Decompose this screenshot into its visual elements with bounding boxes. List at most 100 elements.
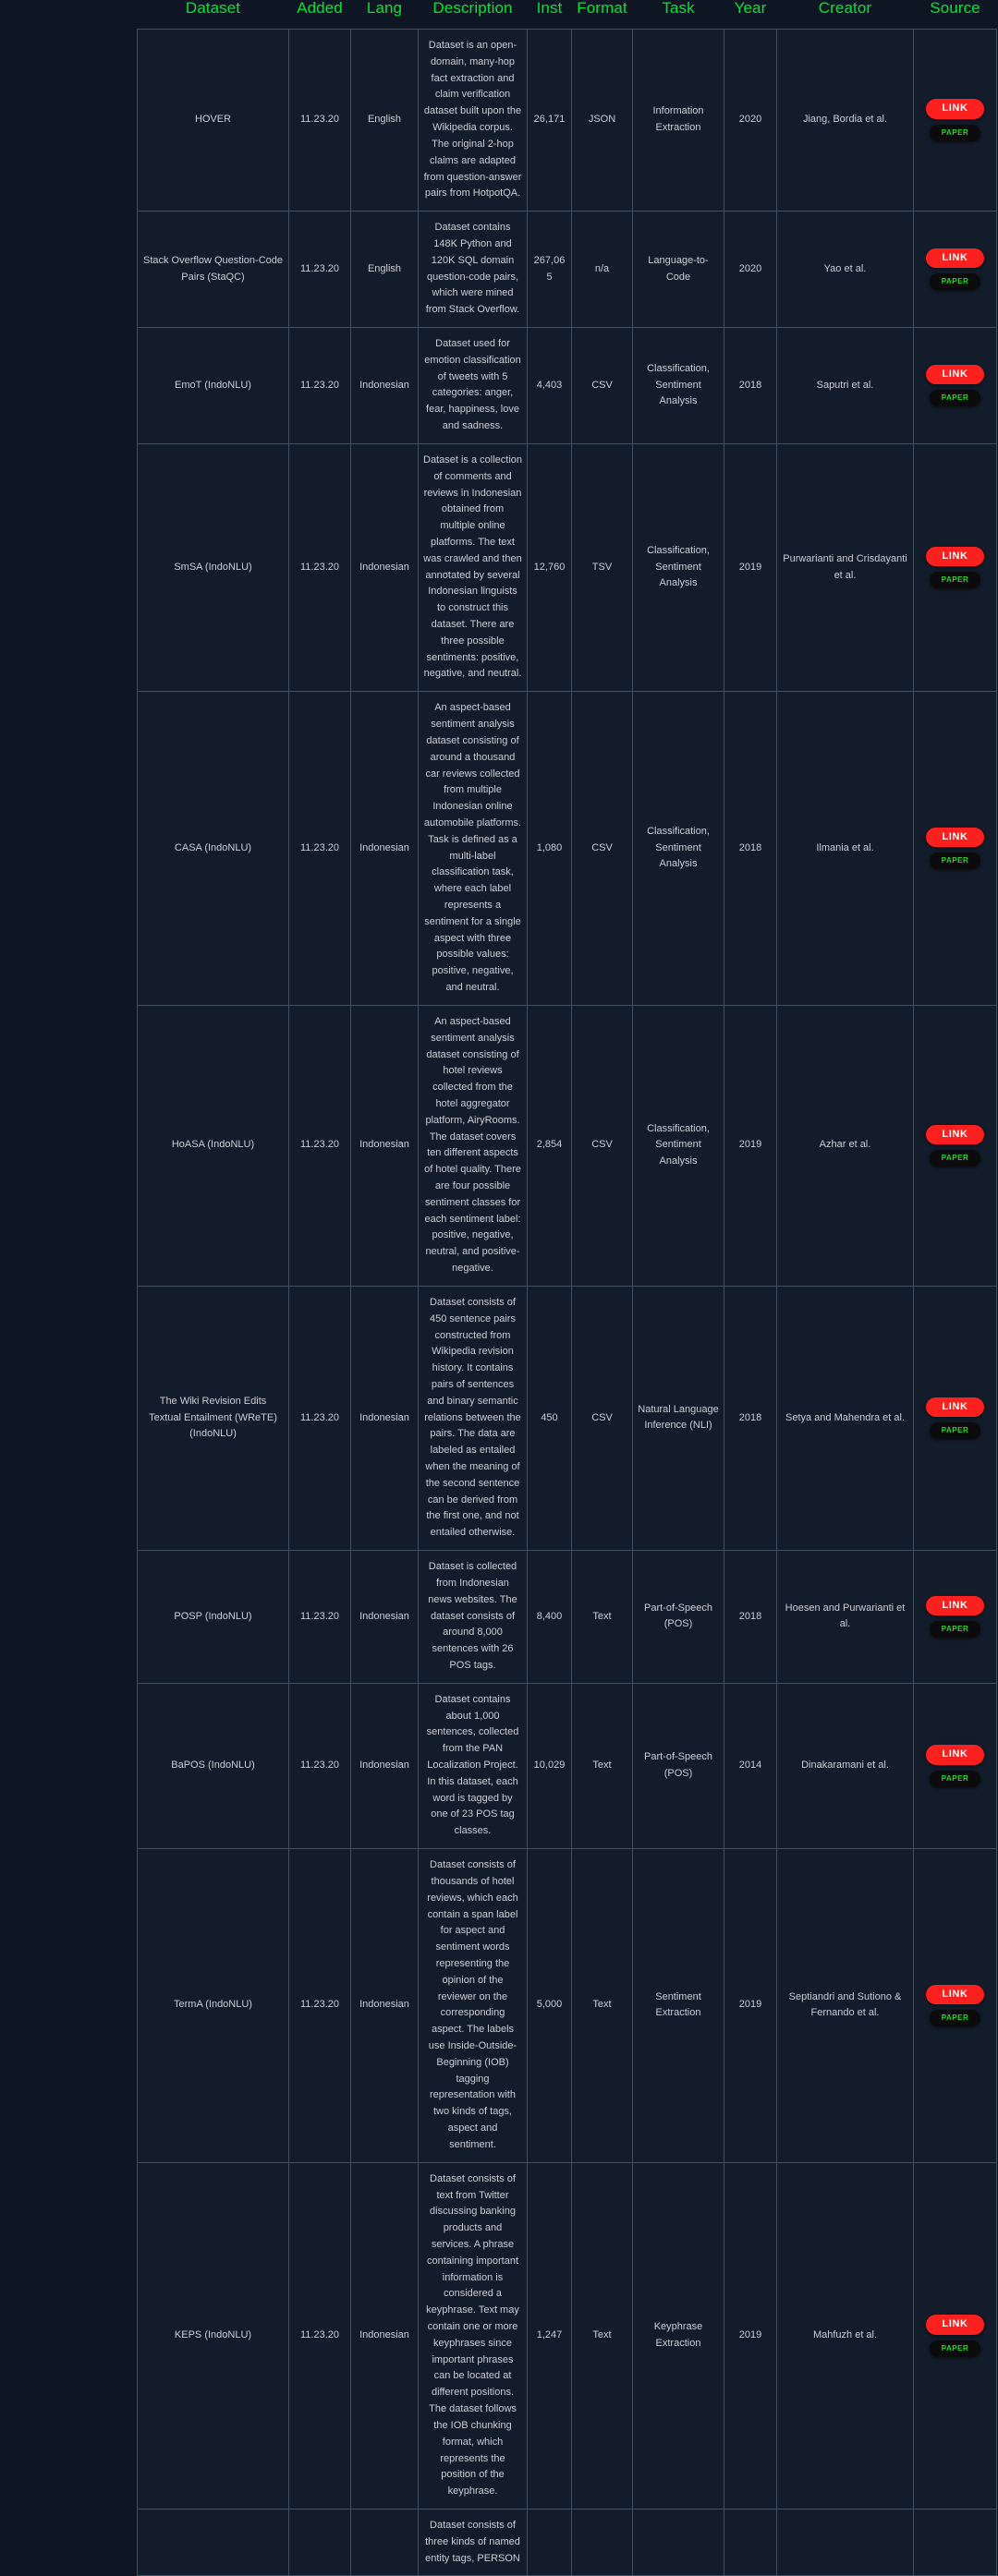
source-buttons: LINK PAPER: [918, 827, 992, 870]
cell-description: Dataset contains about 1,000 sentences, …: [418, 1682, 528, 1850]
cell-dataset: Stack Overflow Question-Code Pairs (StaQ…: [137, 211, 289, 328]
column-header-dataset[interactable]: Dataset: [137, 0, 289, 30]
paper-button[interactable]: PAPER: [929, 1621, 981, 1639]
cell-year: 2014: [724, 1682, 777, 1850]
cell-creator: Mahfuzh et al.: [776, 2161, 914, 2509]
link-button[interactable]: LINK: [926, 1984, 984, 2005]
cell-source: LINK PAPER: [913, 1848, 997, 2163]
source-buttons: LINK PAPER: [918, 546, 992, 589]
cell-added: 11.23.20: [288, 28, 351, 212]
cell-year: 2020: [724, 28, 777, 212]
paper-button[interactable]: PAPER: [929, 390, 981, 407]
link-button[interactable]: LINK: [926, 1595, 984, 1616]
paper-button[interactable]: PAPER: [929, 1770, 981, 1787]
cell-lang: Indonesian: [350, 691, 419, 1006]
cell-lang: [350, 2508, 419, 2576]
paper-button[interactable]: PAPER: [929, 853, 981, 870]
cell-dataset: The Wiki Revision Edits Textual Entailme…: [137, 1285, 289, 1552]
cell-added: 11.23.20: [288, 442, 351, 693]
table-row: POSP (IndoNLU) 11.23.20 Indonesian Dataset …: [137, 1550, 997, 1684]
source-buttons: LINK PAPER: [918, 1984, 992, 2027]
cell-dataset: BaPOS (IndoNLU): [137, 1682, 289, 1850]
column-header-lang[interactable]: Lang: [350, 0, 419, 30]
cell-inst: 12,760: [527, 442, 572, 693]
cell-inst: 1,080: [527, 691, 572, 1006]
source-buttons: LINK PAPER: [918, 248, 992, 291]
link-button[interactable]: LINK: [926, 248, 984, 269]
cell-added: 11.23.20: [288, 327, 351, 444]
table-header: Dataset Added Lang Description Inst Form…: [137, 0, 997, 30]
cell-task: Sentiment Extraction: [632, 1848, 724, 2163]
cell-inst: 5,000: [527, 1848, 572, 2163]
cell-lang: Indonesian: [350, 1004, 419, 1287]
paper-button[interactable]: PAPER: [929, 124, 981, 141]
source-buttons: LINK PAPER: [918, 364, 992, 407]
link-button[interactable]: LINK: [926, 99, 984, 119]
column-header-inst[interactable]: Inst: [527, 0, 572, 30]
cell-lang: Indonesian: [350, 442, 419, 693]
link-button[interactable]: LINK: [926, 827, 984, 848]
link-button[interactable]: LINK: [926, 546, 984, 567]
cell-task: Information Extraction: [632, 28, 724, 212]
column-header-format[interactable]: Format: [571, 0, 633, 30]
column-header-added[interactable]: Added: [288, 0, 351, 30]
source-buttons: LINK PAPER: [918, 1745, 992, 1787]
cell-task: Classification, Sentiment Analysis: [632, 327, 724, 444]
link-button[interactable]: LINK: [926, 1124, 984, 1145]
paper-button[interactable]: PAPER: [929, 1422, 981, 1440]
cell-format: Text: [571, 1682, 633, 1850]
cell-format: CSV: [571, 691, 633, 1006]
cell-lang: Indonesian: [350, 1848, 419, 2163]
cell-year: 2020: [724, 211, 777, 328]
paper-button[interactable]: PAPER: [929, 2010, 981, 2027]
link-button[interactable]: LINK: [926, 2314, 984, 2335]
column-header-description[interactable]: Description: [418, 0, 528, 30]
cell-description: Dataset contains 148K Python and 120K SQ…: [418, 211, 528, 328]
link-button[interactable]: LINK: [926, 1745, 984, 1765]
paper-button[interactable]: PAPER: [929, 2340, 981, 2357]
column-header-task[interactable]: Task: [632, 0, 724, 30]
cell-task: Part-of-Speech (POS): [632, 1550, 724, 1684]
dataset-table: Dataset Added Lang Description Inst Form…: [137, 0, 997, 2576]
source-buttons: LINK PAPER: [918, 1397, 992, 1440]
cell-format: Text: [571, 1550, 633, 1684]
cell-lang: English: [350, 28, 419, 212]
cell-creator: Yao et al.: [776, 211, 914, 328]
cell-creator: Purwarianti and Crisdayanti et al.: [776, 442, 914, 693]
cell-source: LINK PAPER: [913, 211, 997, 328]
paper-button[interactable]: PAPER: [929, 1150, 981, 1167]
cell-creator: Setya and Mahendra et al.: [776, 1285, 914, 1552]
table-row: HOVER 11.23.20 English Dataset is an open-d…: [137, 28, 997, 212]
paper-button[interactable]: PAPER: [929, 572, 981, 589]
cell-year: 2018: [724, 327, 777, 444]
cell-source: LINK PAPER: [913, 1285, 997, 1552]
cell-format: Text: [571, 1848, 633, 2163]
table-row: HoASA (IndoNLU) 11.23.20 Indonesian An aspe…: [137, 1004, 997, 1287]
cell-added: [288, 2508, 351, 2576]
cell-inst: 2,854: [527, 1004, 572, 1287]
cell-description: Dataset is an open-domain, many-hop fact…: [418, 28, 528, 212]
column-header-source[interactable]: Source: [913, 0, 997, 30]
cell-inst: 26,171: [527, 28, 572, 212]
source-buttons: LINK PAPER: [918, 2314, 992, 2357]
cell-task: Language-to-Code: [632, 211, 724, 328]
column-header-year[interactable]: Year: [724, 0, 777, 30]
link-button[interactable]: LINK: [926, 364, 984, 385]
cell-source: LINK PAPER: [913, 1550, 997, 1684]
cell-task: Classification, Sentiment Analysis: [632, 442, 724, 693]
cell-task: Part-of-Speech (POS): [632, 1682, 724, 1850]
column-header-creator[interactable]: Creator: [776, 0, 914, 30]
cell-year: 2018: [724, 1550, 777, 1684]
cell-inst: 267,065: [527, 211, 572, 328]
link-button[interactable]: LINK: [926, 1397, 984, 1418]
cell-lang: Indonesian: [350, 2161, 419, 2509]
cell-task: Keyphrase Extraction: [632, 2161, 724, 2509]
cell-lang: Indonesian: [350, 1550, 419, 1684]
table-row: EmoT (IndoNLU) 11.23.20 Indonesian Dataset …: [137, 327, 997, 444]
cell-source: LINK PAPER: [913, 442, 997, 693]
cell-description: An aspect-based sentiment analysis datas…: [418, 691, 528, 1006]
cell-added: 11.23.20: [288, 1550, 351, 1684]
paper-button[interactable]: PAPER: [929, 273, 981, 291]
cell-added: 11.23.20: [288, 691, 351, 1006]
cell-added: 11.23.20: [288, 1848, 351, 2163]
